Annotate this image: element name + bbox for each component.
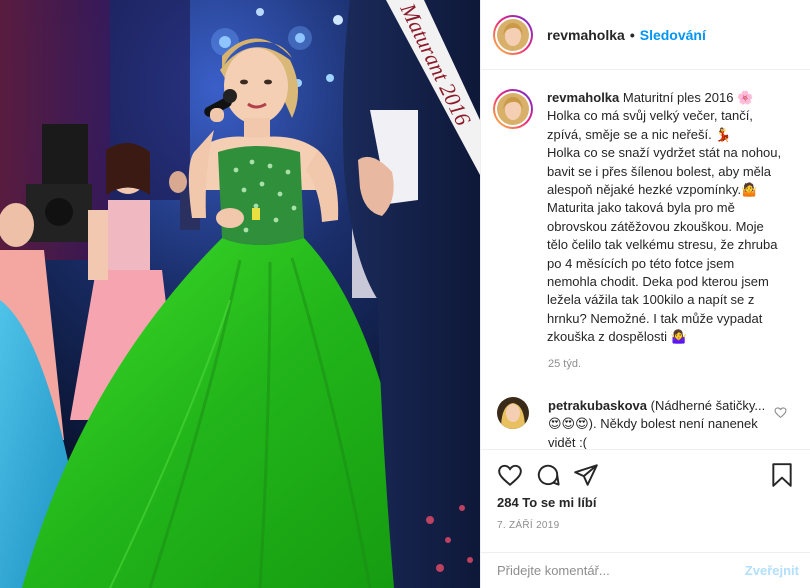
heart-icon[interactable] xyxy=(497,462,523,488)
caption-avatar-image xyxy=(497,93,529,125)
likes-count[interactable]: 284 To se mi líbí xyxy=(497,495,596,510)
commenter-username[interactable]: petrakubaskova xyxy=(548,398,647,413)
post-header: revmaholka • Sledování xyxy=(481,0,810,70)
comment-like-heart-icon[interactable] xyxy=(774,406,787,419)
author-avatar[interactable] xyxy=(493,14,533,55)
separator-dot: • xyxy=(629,26,635,43)
comment-form: Zveřejnit xyxy=(481,552,810,588)
comment-item: petrakubaskova (Nádherné šatičky... 😍😍😍)… xyxy=(497,397,807,449)
caption-body: Maturitní ples 2016 🌸 Holka co má svůj v… xyxy=(547,90,782,345)
post-sidebar: revmaholka • Sledování revmaholka Maturi… xyxy=(480,0,810,588)
caption-avatar[interactable] xyxy=(493,89,533,129)
author-username[interactable]: revmaholka xyxy=(547,27,625,43)
bookmark-icon[interactable] xyxy=(769,462,795,488)
comment-text: petrakubaskova (Nádherné šatičky... 😍😍😍)… xyxy=(548,397,766,449)
post-photo[interactable]: Maturant 2016 xyxy=(0,0,480,588)
follow-button[interactable]: Sledování xyxy=(640,27,706,43)
commenter-avatar[interactable] xyxy=(497,397,529,429)
comment-icon[interactable] xyxy=(535,462,561,488)
caption-timestamp[interactable]: 25 týd. xyxy=(548,358,581,370)
post-comment-button[interactable]: Zveřejnit xyxy=(745,563,799,578)
post-date[interactable]: 7. ZÁŘÍ 2019 xyxy=(497,520,560,531)
author-avatar-image xyxy=(497,18,529,51)
post-viewer: Maturant 2016 revmaholka • Sledování rev… xyxy=(0,0,810,588)
comment-input[interactable] xyxy=(497,563,745,578)
caption-row: revmaholka Maturitní ples 2016 🌸 Holka c… xyxy=(493,89,805,347)
share-icon[interactable] xyxy=(573,462,599,488)
photo-illustration: Maturant 2016 xyxy=(0,0,480,588)
comments-section[interactable]: revmaholka Maturitní ples 2016 🌸 Holka c… xyxy=(481,71,810,449)
action-bar xyxy=(481,449,810,489)
caption-username[interactable]: revmaholka xyxy=(547,90,619,105)
caption-text: revmaholka Maturitní ples 2016 🌸 Holka c… xyxy=(547,89,787,347)
